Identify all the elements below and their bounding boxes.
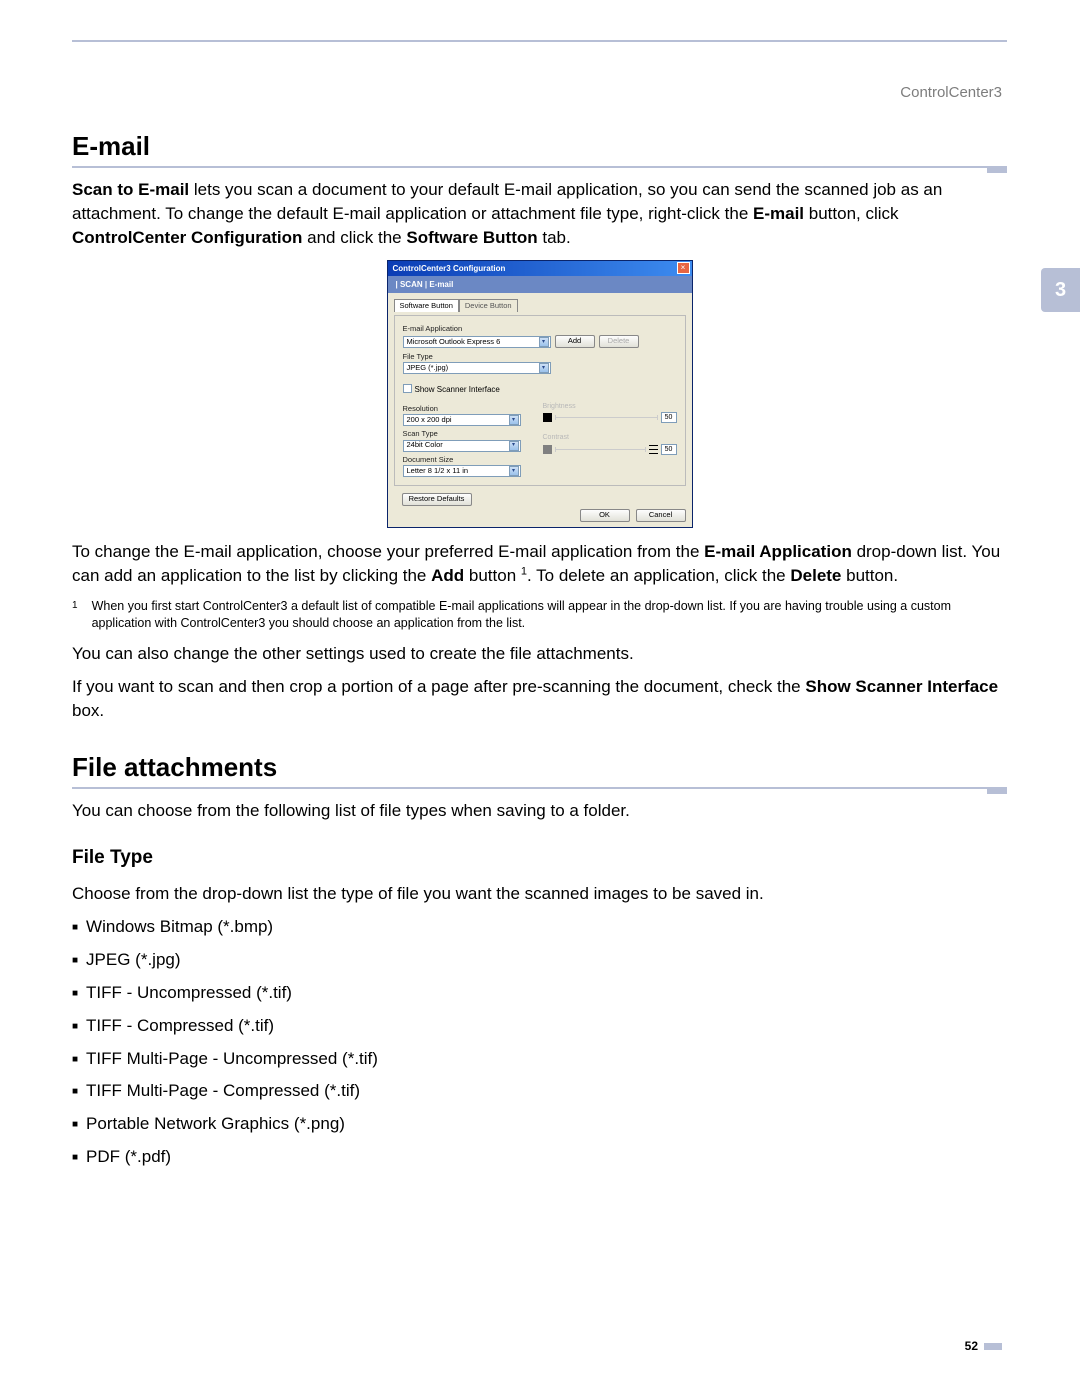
file-type-subheading: File Type — [72, 845, 1007, 872]
email-para2: To change the E-mail application, choose… — [72, 540, 1007, 588]
resolution-select[interactable]: 200 x 200 dpi ▾ — [403, 414, 521, 426]
list-item: PDF (*.pdf) — [72, 1145, 1007, 1169]
tab-software-button[interactable]: Software Button — [394, 299, 459, 313]
lines-icon — [649, 445, 658, 454]
email-app-value: Microsoft Outlook Express 6 — [407, 337, 501, 348]
brightness-value: 50 — [661, 412, 677, 423]
add-term: Add — [431, 566, 464, 585]
contrast-slider[interactable]: 50 — [543, 444, 677, 455]
dialog-body: Software ButtonDevice Button E-mail Appl… — [388, 293, 692, 490]
software-button-term: Software Button — [406, 228, 537, 247]
dialog-titlebar: ControlCenter3 Configuration × — [388, 261, 692, 276]
delete-term: Delete — [790, 566, 841, 585]
dialog-screenshot: ControlCenter3 Configuration × | SCAN | … — [72, 260, 1007, 528]
dialog-tabs: Software ButtonDevice Button — [394, 298, 686, 312]
page-content: E-mail Scan to E-mail lets you scan a do… — [72, 128, 1007, 1178]
list-item: Windows Bitmap (*.bmp) — [72, 915, 1007, 939]
email-button-term: E-mail — [753, 204, 804, 223]
email-para3: You can also change the other settings u… — [72, 642, 1007, 666]
resolution-value: 200 x 200 dpi — [407, 415, 452, 426]
chevron-down-icon: ▾ — [509, 415, 519, 425]
list-item: TIFF - Compressed (*.tif) — [72, 1014, 1007, 1038]
section-file-attachments-heading: File attachments — [72, 749, 1007, 789]
chevron-down-icon: ▾ — [539, 363, 549, 373]
list-item: Portable Network Graphics (*.png) — [72, 1112, 1007, 1136]
footnote: 1 When you first start ControlCenter3 a … — [72, 598, 1007, 632]
close-icon[interactable]: × — [677, 262, 690, 274]
doc-size-select[interactable]: Letter 8 1/2 x 11 in ▾ — [403, 465, 521, 477]
chevron-down-icon: ▾ — [539, 337, 549, 347]
page-number: 52 — [965, 1338, 1002, 1355]
doc-size-label: Document Size — [403, 455, 525, 466]
slider-track — [555, 417, 658, 418]
list-item: TIFF Multi-Page - Compressed (*.tif) — [72, 1079, 1007, 1103]
dialog-band: | SCAN | E-mail — [388, 276, 692, 293]
list-item: TIFF - Uncompressed (*.tif) — [72, 981, 1007, 1005]
list-item: TIFF Multi-Page - Uncompressed (*.tif) — [72, 1047, 1007, 1071]
tab-device-button[interactable]: Device Button — [459, 299, 518, 313]
file-type-list: Windows Bitmap (*.bmp) JPEG (*.jpg) TIFF… — [72, 915, 1007, 1168]
config-dialog: ControlCenter3 Configuration × | SCAN | … — [387, 260, 693, 528]
slider-track — [555, 449, 646, 450]
show-scanner-interface-term: Show Scanner Interface — [805, 677, 998, 696]
email-app-label: E-mail Application — [403, 324, 677, 335]
email-para4: If you want to scan and then crop a port… — [72, 675, 1007, 723]
fileattach-intro: You can choose from the following list o… — [72, 799, 1007, 823]
scan-type-select[interactable]: 24bit Color ▾ — [403, 440, 521, 452]
contrast-label: Contrast — [543, 433, 677, 443]
page: ControlCenter3 3 E-mail Scan to E-mail l… — [0, 0, 1080, 1397]
delete-button[interactable]: Delete — [599, 335, 639, 348]
chevron-down-icon: ▾ — [509, 441, 519, 451]
dialog-title: ControlCenter3 Configuration — [393, 263, 506, 274]
footnote-number: 1 — [72, 598, 78, 632]
cc-config-term: ControlCenter Configuration — [72, 228, 302, 247]
email-application-term: E-mail Application — [704, 542, 852, 561]
email-para1: Scan to E-mail lets you scan a document … — [72, 178, 1007, 249]
add-button[interactable]: Add — [555, 335, 595, 348]
square-icon — [543, 413, 552, 422]
file-type-value: JPEG (*.jpg) — [407, 363, 449, 374]
section-email-heading: E-mail — [72, 128, 1007, 168]
ok-button[interactable]: OK — [580, 509, 630, 522]
resolution-label: Resolution — [403, 404, 525, 415]
scan-type-label: Scan Type — [403, 429, 525, 440]
dialog-panel: E-mail Application Microsoft Outlook Exp… — [394, 315, 686, 486]
top-border — [72, 40, 1007, 42]
footnote-text: When you first start ControlCenter3 a de… — [92, 598, 1007, 632]
show-scanner-checkbox[interactable] — [403, 384, 412, 393]
scan-type-value: 24bit Color — [407, 440, 443, 451]
brightness-label: Brightness — [543, 402, 677, 412]
chapter-tab: 3 — [1041, 268, 1080, 312]
email-app-select[interactable]: Microsoft Outlook Express 6 ▾ — [403, 336, 551, 348]
file-type-label: File Type — [403, 352, 677, 363]
show-scanner-row: Show Scanner Interface — [403, 384, 677, 395]
restore-defaults-button[interactable]: Restore Defaults — [402, 493, 472, 506]
file-type-desc: Choose from the drop-down list the type … — [72, 882, 1007, 906]
cancel-button[interactable]: Cancel — [636, 509, 686, 522]
contrast-value: 50 — [661, 444, 677, 455]
file-type-select[interactable]: JPEG (*.jpg) ▾ — [403, 362, 551, 374]
doc-size-value: Letter 8 1/2 x 11 in — [407, 466, 469, 477]
chevron-down-icon: ▾ — [509, 466, 519, 476]
show-scanner-label: Show Scanner Interface — [415, 385, 500, 394]
brightness-slider[interactable]: 50 — [543, 412, 677, 423]
scan-to-email-term: Scan to E-mail — [72, 180, 189, 199]
square-icon — [543, 445, 552, 454]
list-item: JPEG (*.jpg) — [72, 948, 1007, 972]
header-product: ControlCenter3 — [900, 82, 1002, 103]
